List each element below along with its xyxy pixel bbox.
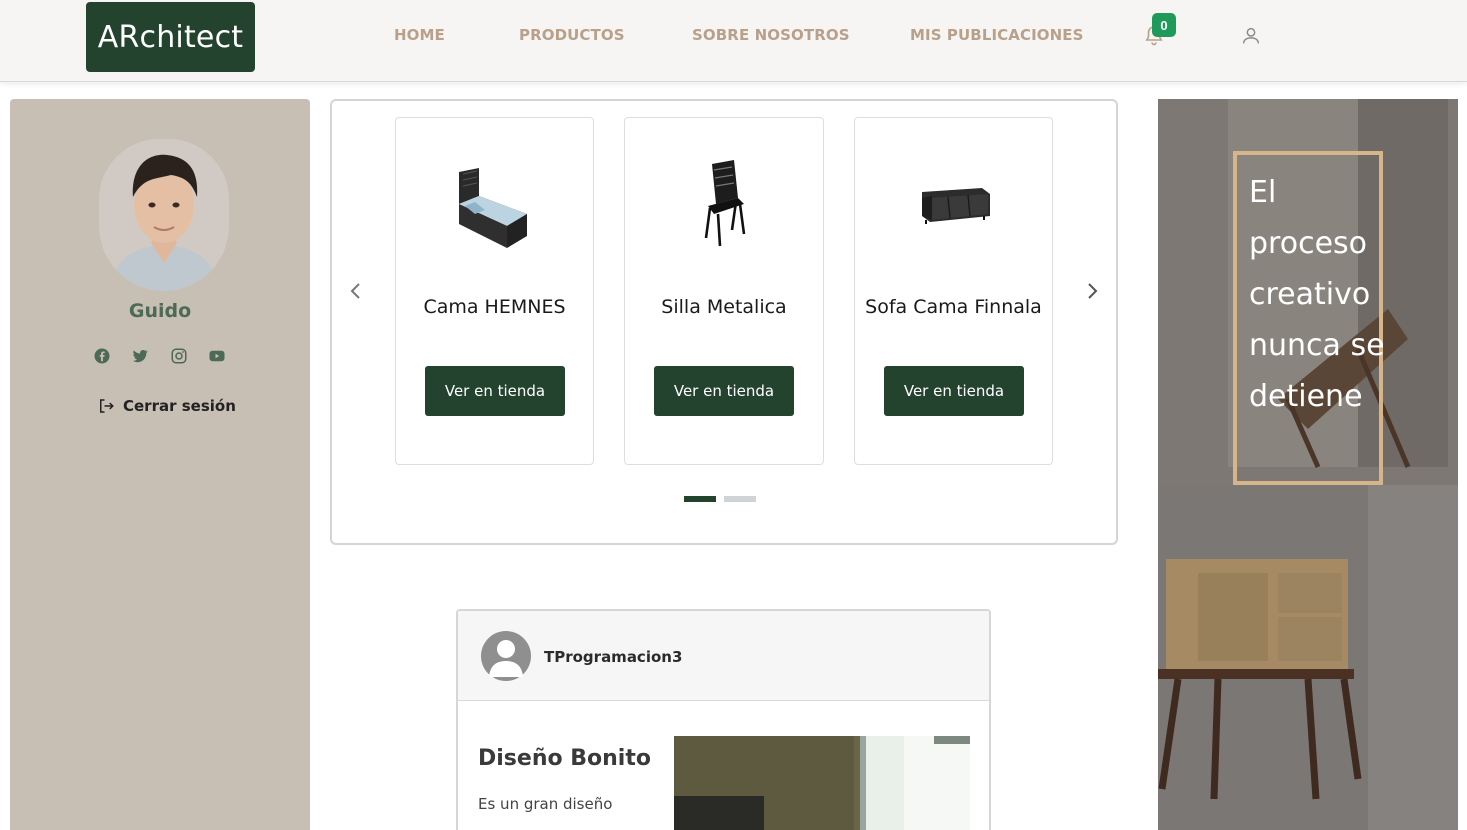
nav-productos[interactable]: PRODUCTOS xyxy=(519,26,625,44)
decorative-panel: El proceso creativo nunca se detiene xyxy=(1158,99,1458,830)
product-card: Sofa Cama Finnala Ver en tienda xyxy=(854,117,1053,465)
user-icon[interactable] xyxy=(1240,25,1262,47)
product-title: Cama HEMNES xyxy=(423,296,566,318)
product-title: Sofa Cama Finnala xyxy=(865,296,1042,318)
product-card: Silla Metalica Ver en tienda xyxy=(624,117,824,465)
facebook-icon[interactable] xyxy=(93,347,111,365)
product-carousel: Cama HEMNES Ver en tienda Silla Metalica… xyxy=(330,99,1118,545)
twitter-icon[interactable] xyxy=(131,347,149,365)
quote-text: El proceso creativo nunca se detiene xyxy=(1249,175,1385,414)
post-header: TProgramacion3 xyxy=(458,611,989,701)
carousel-indicator[interactable] xyxy=(724,496,756,502)
quote-frame: El proceso creativo nunca se detiene xyxy=(1233,151,1385,485)
profile-name: Guido xyxy=(128,300,192,322)
sofa-icon xyxy=(921,188,990,224)
profile-avatar xyxy=(99,139,229,291)
post-description: Es un gran diseño xyxy=(478,795,613,813)
logout-icon xyxy=(100,399,114,413)
top-navbar: ARchitect HOME PRODUCTOS SOBRE NOSOTROS … xyxy=(0,0,1467,82)
notification-badge: 0 xyxy=(1152,13,1176,37)
product-title: Silla Metalica xyxy=(661,296,787,318)
nav-sobre-nosotros[interactable]: SOBRE NOSOTROS xyxy=(692,26,850,44)
view-in-store-button[interactable]: Ver en tienda xyxy=(884,366,1024,416)
post-title: Diseño Bonito xyxy=(478,746,651,771)
profile-sidebar: Guido Cerrar sesión xyxy=(10,99,310,830)
carousel-prev-icon[interactable] xyxy=(346,279,366,303)
logout-button[interactable]: Cerrar sesión xyxy=(97,397,236,415)
view-in-store-button[interactable]: Ver en tienda xyxy=(654,366,794,416)
chair-icon xyxy=(704,160,746,247)
nav-mis-publicaciones[interactable]: MIS PUBLICACIONES xyxy=(910,26,1084,44)
post-card: TProgramacion3 Diseño Bonito Es un gran … xyxy=(456,609,991,830)
carousel-indicator-active[interactable] xyxy=(684,496,716,502)
logout-label: Cerrar sesión xyxy=(123,397,236,415)
bed-icon xyxy=(458,168,527,248)
brand-logo[interactable]: ARchitect xyxy=(86,2,255,72)
post-image[interactable] xyxy=(674,736,970,830)
post-author[interactable]: TProgramacion3 xyxy=(544,648,682,666)
youtube-icon[interactable] xyxy=(208,347,226,365)
instagram-icon[interactable] xyxy=(170,347,188,365)
view-in-store-button[interactable]: Ver en tienda xyxy=(425,366,565,416)
carousel-next-icon[interactable] xyxy=(1082,279,1102,303)
nav-home[interactable]: HOME xyxy=(394,26,445,44)
product-card: Cama HEMNES Ver en tienda xyxy=(395,117,594,465)
default-avatar-icon xyxy=(481,631,531,681)
